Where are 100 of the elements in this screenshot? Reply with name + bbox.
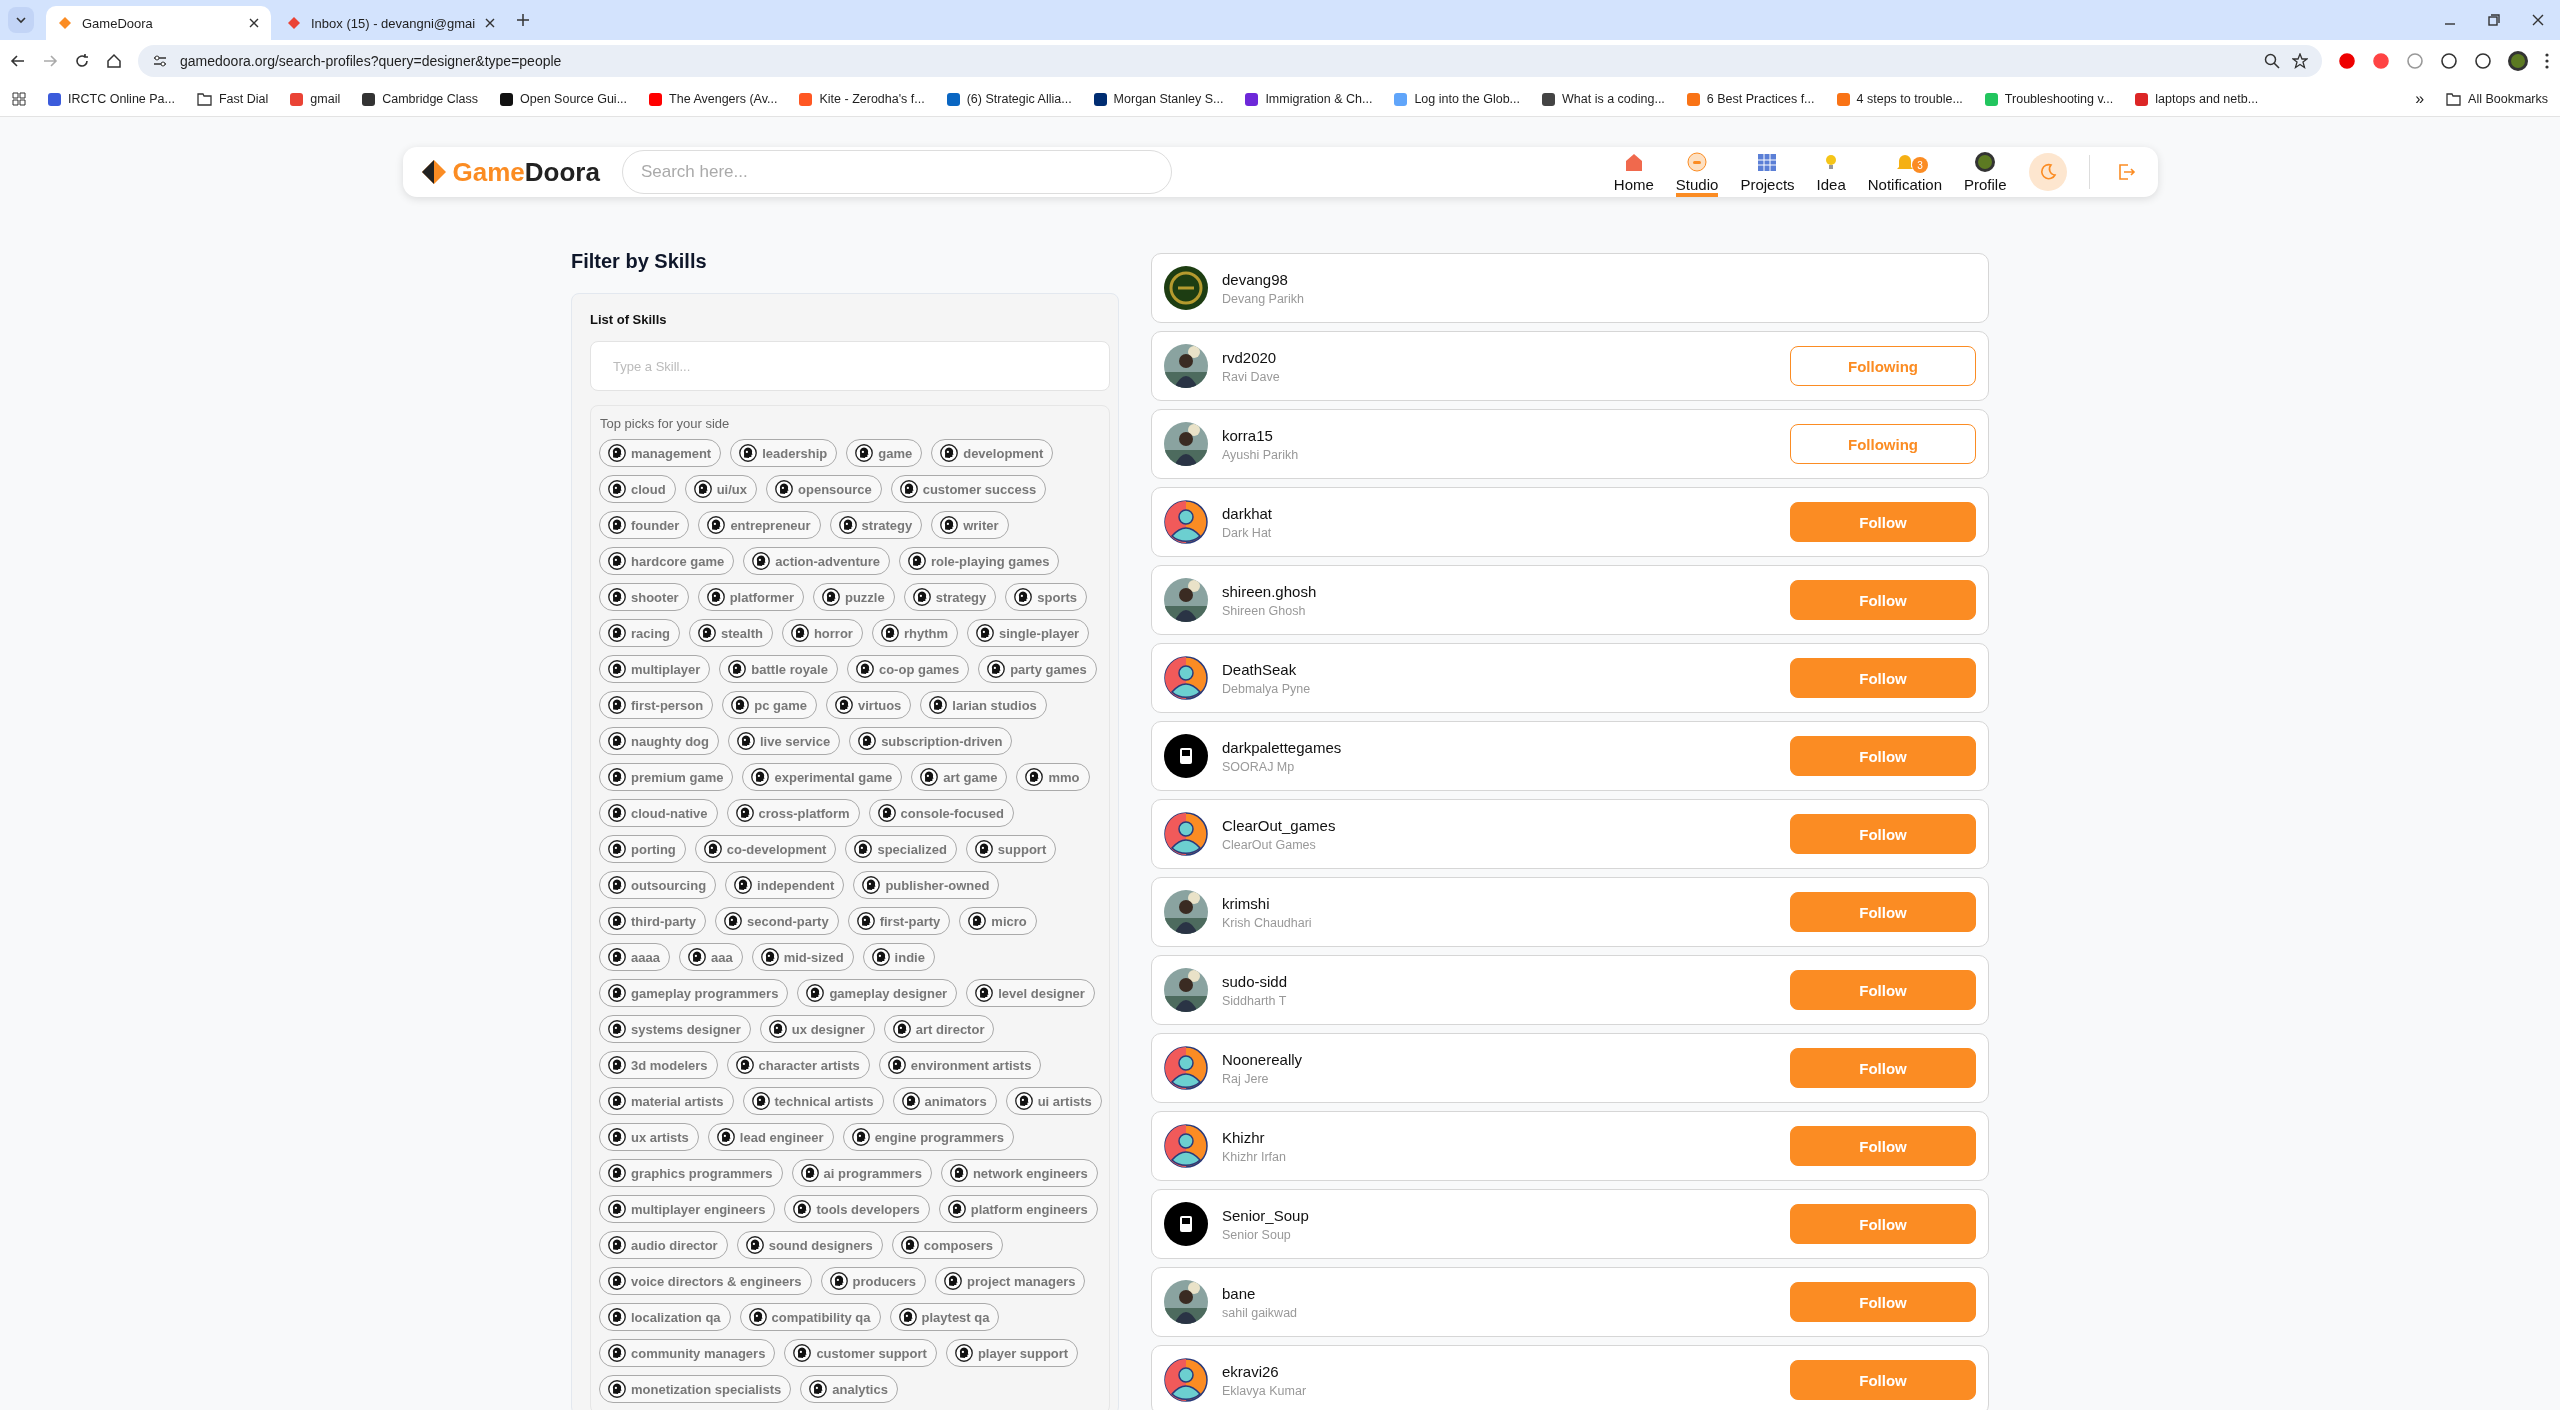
address-bar[interactable]: gamedoora.org/search-profiles?query=designer&type=people <box>138 45 2322 77</box>
skill-chip[interactable]: gameplay designer <box>797 979 958 1007</box>
theme-toggle-button[interactable] <box>2028 153 2067 191</box>
follow-button[interactable]: Follow <box>1790 580 1976 620</box>
skill-chip[interactable]: monetization specialists <box>599 1375 792 1403</box>
skill-chip[interactable]: rhythm <box>871 619 958 647</box>
skill-chip[interactable]: art director <box>883 1015 995 1043</box>
profile-card[interactable]: devang98 Devang Parikh <box>1151 253 1989 323</box>
close-icon[interactable] <box>249 18 259 28</box>
skill-chip[interactable]: multiplayer <box>599 655 711 683</box>
restore-icon[interactable] <box>2488 14 2500 26</box>
skill-chip[interactable]: community managers <box>599 1339 776 1367</box>
profile-card[interactable]: Khizhr Khizhr Irfan Follow <box>1151 1111 1989 1181</box>
bookmark[interactable]: 4 steps to trouble... <box>1836 92 1963 106</box>
more-bookmarks-button[interactable]: » <box>2415 90 2425 108</box>
follow-button[interactable]: Follow <box>1790 1204 1976 1244</box>
skill-chip[interactable]: audio director <box>599 1231 728 1259</box>
skill-chip[interactable]: producers <box>820 1267 927 1295</box>
new-tab-icon[interactable] <box>517 14 530 26</box>
bookmark[interactable]: Open Source Gui... <box>500 92 628 106</box>
skill-chip[interactable]: project managers <box>935 1267 1086 1295</box>
skill-chip[interactable]: ux designer <box>759 1015 875 1043</box>
follow-button[interactable]: Follow <box>1790 1126 1976 1166</box>
skill-chip[interactable]: specialized <box>845 835 957 863</box>
skill-chip[interactable]: systems designer <box>599 1015 751 1043</box>
skill-chip[interactable]: strategy <box>829 511 923 539</box>
search-field[interactable]: Search here... <box>621 150 1172 194</box>
follow-button[interactable]: Follow <box>1790 502 1976 542</box>
skill-chip[interactable]: cloud <box>599 475 676 503</box>
skill-chip[interactable]: compatibility qa <box>739 1303 881 1331</box>
bookmark[interactable]: Fast Dial <box>197 92 269 106</box>
profile-card[interactable]: Senior_Soup Senior Soup Follow <box>1151 1189 1989 1259</box>
profile-card[interactable]: shireen.ghosh Shireen Ghosh Follow <box>1151 565 1989 635</box>
skill-chip[interactable]: environment artists <box>878 1051 1042 1079</box>
skill-chip[interactable]: playtest qa <box>889 1303 1000 1331</box>
apps-icon[interactable] <box>12 92 26 106</box>
profile-card[interactable]: DeathSeak Debmalya Pyne Follow <box>1151 643 1989 713</box>
follow-button[interactable]: Follow <box>1790 892 1976 932</box>
all-bookmarks-button[interactable]: All Bookmarks <box>2446 92 2548 106</box>
profile-card[interactable]: bane sahil gaikwad Follow <box>1151 1267 1989 1337</box>
skill-chip[interactable]: tools developers <box>784 1195 930 1223</box>
skill-chip[interactable]: publisher-owned <box>853 871 1000 899</box>
avatar-icon[interactable] <box>2508 51 2528 71</box>
skill-chip[interactable]: localization qa <box>599 1303 731 1331</box>
skill-chip[interactable]: sound designers <box>736 1231 883 1259</box>
follow-button[interactable]: Follow <box>1790 1048 1976 1088</box>
skill-chip[interactable]: aaa <box>678 943 743 971</box>
skill-chip[interactable]: founder <box>599 511 690 539</box>
nav-item[interactable]: Home <box>1613 147 1654 197</box>
skill-chip[interactable]: graphics programmers <box>599 1159 783 1187</box>
skill-chip[interactable]: third-party <box>599 907 706 935</box>
skill-chip[interactable]: battle royale <box>719 655 838 683</box>
skill-chip[interactable]: lead engineer <box>707 1123 834 1151</box>
skill-chip[interactable]: premium game <box>599 763 734 791</box>
profile-card[interactable]: korra15 Ayushi Parikh Following <box>1151 409 1989 479</box>
skill-chip[interactable]: multiplayer engineers <box>599 1195 776 1223</box>
profile-card[interactable]: rvd2020 Ravi Dave Following <box>1151 331 1989 401</box>
skill-chip[interactable]: development <box>931 439 1054 467</box>
skill-chip[interactable]: horror <box>781 619 863 647</box>
bookmark[interactable]: Kite - Zerodha's f... <box>799 92 925 106</box>
following-button[interactable]: Following <box>1790 424 1976 464</box>
skill-chip[interactable]: puzzle <box>812 583 895 611</box>
skill-chip[interactable]: outsourcing <box>599 871 717 899</box>
skill-chip[interactable]: role-playing games <box>898 547 1060 575</box>
skill-chip[interactable]: larian studios <box>920 691 1047 719</box>
skill-chip[interactable]: opensource <box>766 475 882 503</box>
skill-chip[interactable]: racing <box>599 619 680 647</box>
profile-card[interactable]: ekravi26 Eklavya Kumar Follow <box>1151 1345 1989 1410</box>
skill-chip[interactable]: player support <box>945 1339 1079 1367</box>
skill-chip[interactable]: party games <box>978 655 1097 683</box>
follow-button[interactable]: Follow <box>1790 1282 1976 1322</box>
skill-chip[interactable]: first-party <box>847 907 951 935</box>
skill-chip[interactable]: material artists <box>599 1087 734 1115</box>
profile-card[interactable]: ClearOut_games ClearOut Games Follow <box>1151 799 1989 869</box>
reload-icon[interactable] <box>74 53 90 69</box>
skill-chip[interactable]: first-person <box>599 691 714 719</box>
star-icon[interactable] <box>2292 53 2308 69</box>
browser-tab[interactable]: Inbox (15) - devangni@gmai <box>275 6 508 40</box>
skill-chip[interactable]: level designer <box>966 979 1095 1007</box>
skill-chip[interactable]: writer <box>931 511 1009 539</box>
skill-chip[interactable]: network engineers <box>940 1159 1098 1187</box>
skill-chip[interactable]: console-focused <box>868 799 1014 827</box>
skill-chip[interactable]: single-player <box>967 619 1090 647</box>
skill-chip[interactable]: entrepreneur <box>698 511 821 539</box>
nav-item[interactable]: Notification 3 <box>1867 147 1942 197</box>
skill-chip[interactable]: ux artists <box>599 1123 699 1151</box>
follow-button[interactable]: Follow <box>1790 658 1976 698</box>
bookmark[interactable]: Morgan Stanley S... <box>1093 92 1224 106</box>
profile-card[interactable]: sudo-sidd Siddharth T Follow <box>1151 955 1989 1025</box>
profile-card[interactable]: darkhat Dark Hat Follow <box>1151 487 1989 557</box>
skill-chip[interactable]: pc game <box>722 691 817 719</box>
skill-chip[interactable]: co-op games <box>846 655 970 683</box>
nav-item[interactable]: Profile <box>1963 147 2007 197</box>
profile-card[interactable]: krimshi Krish Chaudhari Follow <box>1151 877 1989 947</box>
nav-item[interactable]: Idea <box>1816 147 1846 197</box>
skill-chip[interactable]: 3d modelers <box>599 1051 718 1079</box>
bookmark[interactable]: 6 Best Practices f... <box>1686 92 1815 106</box>
skill-chip[interactable]: naughty dog <box>599 727 719 755</box>
skill-chip[interactable]: mid-sized <box>751 943 854 971</box>
back-icon[interactable] <box>10 53 26 69</box>
